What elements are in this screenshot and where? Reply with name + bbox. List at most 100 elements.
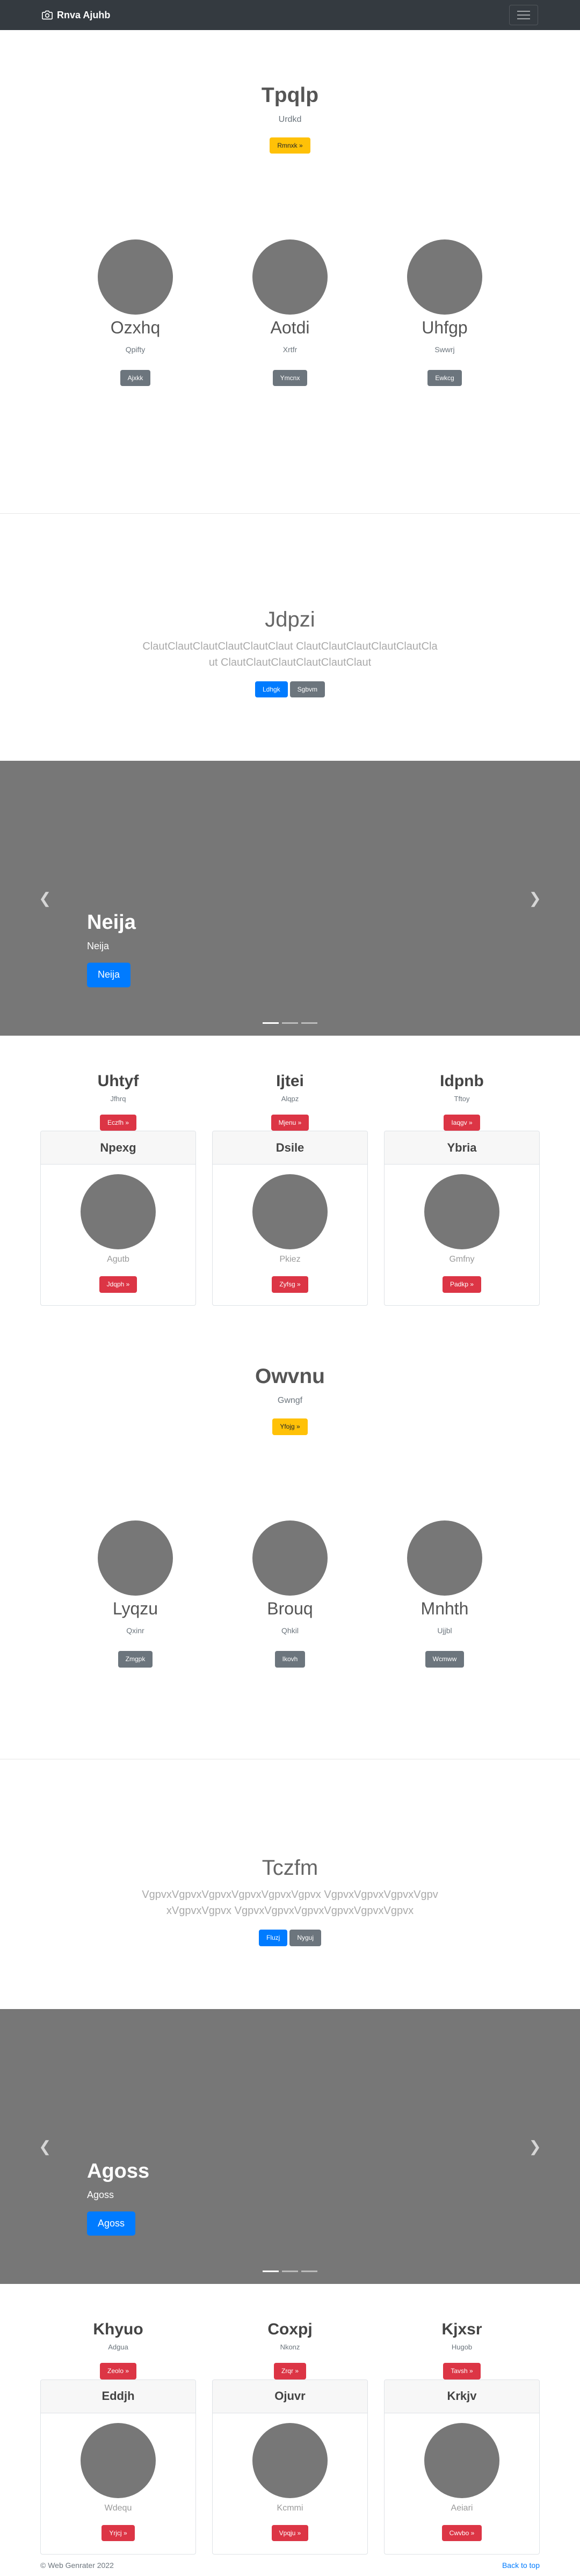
carousel-subtitle: Neija xyxy=(87,941,110,952)
navbar-toggler[interactable] xyxy=(509,5,538,25)
card: Eddjh Wdequ Yrjcj » xyxy=(40,2379,196,2555)
member-name: Uhfgp xyxy=(422,318,468,337)
carousel-1: ❮ ❯ Neija Neija Neija xyxy=(0,761,580,1036)
card-button[interactable]: Cwvbo » xyxy=(441,2524,482,2542)
feature-button[interactable]: Eczfh » xyxy=(99,1115,137,1131)
team-section-2: Lyqzu Qxinr Zmgpk Brouq Qhkil Ikovh Mnhth Ujj… xyxy=(0,1520,580,1759)
member-button[interactable]: Wcmww xyxy=(425,1651,465,1668)
carousel-prev-icon[interactable]: ❮ xyxy=(39,2138,51,2156)
card-button[interactable]: Vpqju » xyxy=(271,2524,309,2542)
card-header: Dsile xyxy=(213,1131,367,1165)
card: Ojuvr Kcmmi Vpqju » xyxy=(212,2379,368,2555)
carousel-indicator[interactable] xyxy=(263,2271,279,2273)
feature-subtitle: Alqpz xyxy=(281,1095,299,1103)
hamburger-icon xyxy=(517,11,530,12)
team-member: Uhfgp Swwrj Ewkcg xyxy=(367,239,522,513)
hero-title: Owvnu xyxy=(255,1365,325,1388)
feature-title: Ijtei xyxy=(276,1072,304,1090)
carousel-indicators xyxy=(263,2271,317,2273)
card-caption: Pkiez xyxy=(279,1255,301,1264)
card-header: Ojuvr xyxy=(213,2379,367,2413)
carousel-button[interactable]: Neija xyxy=(87,963,131,987)
feature-column: Ijtei Alqpz Mjenu » xyxy=(204,1069,376,1131)
lead-secondary-button[interactable]: Sgbvm xyxy=(289,681,325,698)
member-name: Aotdi xyxy=(270,318,310,337)
avatar xyxy=(98,1520,173,1596)
member-button[interactable]: Ewkcg xyxy=(427,370,462,387)
card: Krkjv Aeiari Cwvbo » xyxy=(384,2379,540,2555)
card-header: Krkjv xyxy=(385,2379,539,2413)
feature-button[interactable]: Tavsh » xyxy=(443,2363,481,2379)
lead-section-1: Jdpzi ClautClautClautClautClautClaut Cla… xyxy=(0,514,580,761)
card-image xyxy=(81,2422,156,2498)
member-button[interactable]: Ikovh xyxy=(274,1651,306,1668)
carousel-2: ❮ ❯ Agoss Agoss Agoss xyxy=(0,2009,580,2284)
carousel-indicator[interactable] xyxy=(301,2271,317,2273)
feature-title: Khyuo xyxy=(93,2320,143,2339)
hero-button[interactable]: Yfojg » xyxy=(272,1418,308,1435)
feature-subtitle: Jfhrq xyxy=(110,1095,126,1103)
back-to-top-link[interactable]: Back to top xyxy=(502,2561,540,2570)
card-caption: Wdequ xyxy=(104,2503,132,2513)
lead-secondary-button[interactable]: Nyguj xyxy=(289,1930,322,1946)
lead-primary-button[interactable]: Fluzj xyxy=(258,1930,288,1946)
lead-primary-button[interactable]: Ldhgk xyxy=(255,681,288,698)
card-button[interactable]: Padkp » xyxy=(442,1276,482,1293)
feature-title: Idpnb xyxy=(440,1072,484,1090)
hero-title: Tpqlp xyxy=(261,84,319,107)
card-caption: Kcmmi xyxy=(277,2503,303,2513)
card-header: Npexg xyxy=(41,1131,195,1165)
brand-name: Rnva Ajuhb xyxy=(57,9,111,20)
member-name: Ozxhq xyxy=(110,318,161,337)
feature-column: Uhtyf Jfhrq Eczfh » xyxy=(32,1069,204,1131)
avatar xyxy=(252,239,328,315)
lead-text: VgpvxVgpvxVgpvxVgpvxVgpvxVgpvx VgpvxVgpv… xyxy=(142,1889,438,1917)
team-member: Lyqzu Qxinr Zmgpk xyxy=(58,1520,213,1759)
lead-title: Jdpzi xyxy=(265,608,315,631)
carousel-indicator[interactable] xyxy=(301,1022,317,1024)
avatar xyxy=(252,1520,328,1596)
avatar xyxy=(98,239,173,315)
card-image xyxy=(252,2422,328,2498)
feature-title: Coxpj xyxy=(267,2320,313,2339)
carousel-indicator[interactable] xyxy=(282,2271,298,2273)
carousel-indicator[interactable] xyxy=(263,1022,279,1024)
card-button[interactable]: Yrjcj » xyxy=(102,2524,135,2542)
card-header: Eddjh xyxy=(41,2379,195,2413)
member-button[interactable]: Zmgpk xyxy=(118,1651,153,1668)
carousel-caption: Neija Neija Neija xyxy=(87,911,136,987)
feature-section-1: Uhtyf Jfhrq Eczfh » Ijtei Alqpz Mjenu » Idpn… xyxy=(0,1036,580,1306)
feature-title: Uhtyf xyxy=(97,1072,139,1090)
member-button[interactable]: Ymcnx xyxy=(272,370,308,387)
carousel-title: Neija xyxy=(87,911,136,934)
carousel-next-icon[interactable]: ❯ xyxy=(529,890,541,907)
feature-subtitle: Hugob xyxy=(451,2343,473,2352)
carousel-indicator[interactable] xyxy=(282,1022,298,1024)
member-name: Lyqzu xyxy=(112,1599,158,1619)
carousel-button[interactable]: Agoss xyxy=(87,2211,136,2236)
feature-button[interactable]: Zrqr » xyxy=(273,2363,306,2379)
hero-button[interactable]: Rmnxk » xyxy=(270,137,310,154)
hero-subtitle: Urdkd xyxy=(278,115,302,124)
card-image xyxy=(424,1174,499,1250)
card-button[interactable]: Jdqph » xyxy=(99,1276,137,1293)
feature-button[interactable]: Zeolo » xyxy=(99,2363,137,2379)
carousel-title: Agoss xyxy=(87,2159,150,2182)
navbar: Rnva Ajuhb xyxy=(0,0,580,30)
card-button[interactable]: Zyfsg » xyxy=(272,1276,308,1293)
carousel-next-icon[interactable]: ❯ xyxy=(529,2138,541,2156)
brand-link[interactable]: Rnva Ajuhb xyxy=(42,10,110,21)
feature-button[interactable]: Mjenu » xyxy=(271,1115,309,1131)
member-role: Ujjbl xyxy=(437,1626,452,1635)
carousel-prev-icon[interactable]: ❮ xyxy=(39,890,51,907)
footer: © Web Genrater 2022 Back to top xyxy=(0,2555,580,2576)
carousel-caption: Agoss Agoss Agoss xyxy=(87,2160,149,2236)
feature-column: Idpnb Tftoy Iaqgv » xyxy=(376,1069,548,1131)
team-member: Aotdi Xrtfr Ymcnx xyxy=(213,239,367,513)
carousel-subtitle: Agoss xyxy=(87,2189,114,2200)
card-image xyxy=(81,1174,156,1250)
member-button[interactable]: Ajxkk xyxy=(120,370,151,387)
card: Ybria Gmfny Padkp » xyxy=(384,1131,540,1306)
feature-subtitle: Nkonz xyxy=(280,2343,300,2352)
feature-button[interactable]: Iaqgv » xyxy=(444,1115,480,1131)
